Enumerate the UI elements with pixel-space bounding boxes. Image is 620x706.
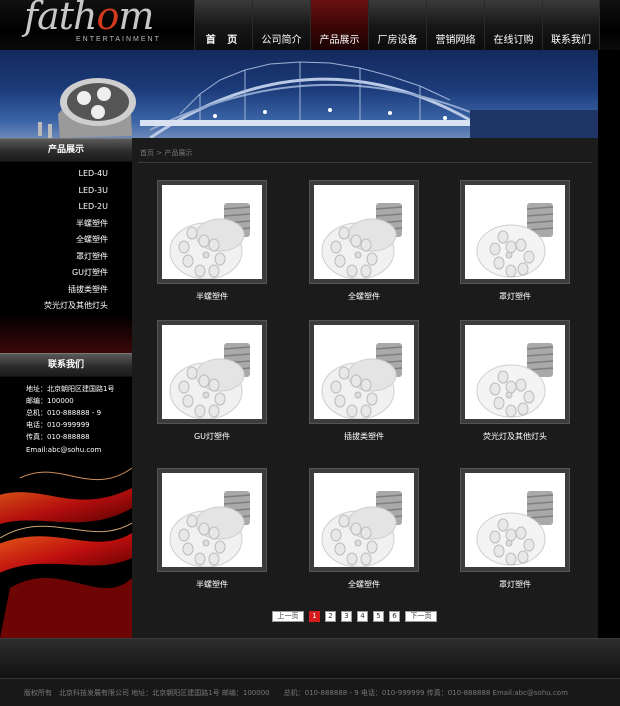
product-image[interactable] [314,185,414,279]
footer-copyright: 版权所有 北京科技发展有限公司 地址：北京朝阳区建国路1号 邮编：100000 … [24,689,568,697]
product-caption[interactable]: GU灯塑件 [157,431,267,442]
nav-item-6[interactable]: 联系我们 [542,0,600,50]
breadcrumb-home[interactable]: 首页 [140,149,154,157]
product-caption[interactable]: 荧光灯及其他灯头 [460,431,570,442]
contact-phone: 电话：010-999999 [26,421,90,430]
product-image-frame[interactable] [309,180,419,284]
product-image-frame[interactable] [157,180,267,284]
sidebar-item-1[interactable]: LED-3U [0,183,132,200]
product-caption[interactable]: 罩灯塑件 [460,291,570,302]
sidebar-divider [0,314,132,353]
sidebar-item-5[interactable]: 罩灯塑件 [0,249,132,266]
product-image-frame[interactable] [309,468,419,572]
product-card[interactable]: 全螺塑件 [309,468,419,590]
product-image[interactable] [162,473,262,567]
next-page-button[interactable]: 下一页 [405,611,437,622]
product-caption[interactable]: 插拔类塑件 [309,431,419,442]
product-image-frame[interactable] [309,320,419,424]
nav-item-4[interactable]: 营销网络 [426,0,484,50]
sidebar-item-8[interactable]: 荧光灯及其他灯头 [0,298,132,315]
product-caption[interactable]: 半螺塑件 [157,579,267,590]
sidebar-item-2[interactable]: LED-2U [0,199,132,216]
nav-item-5[interactable]: 在线订购 [484,0,542,50]
product-card[interactable]: 荧光灯及其他灯头 [460,320,570,442]
product-card[interactable]: 半螺塑件 [157,180,267,302]
page-button-5[interactable]: 5 [373,611,384,622]
sidebar-item-6[interactable]: GU灯塑件 [0,265,132,282]
banner [0,50,598,138]
page-button-3[interactable]: 3 [341,611,352,622]
sidebar: 产品展示 LED-4U LED-3U LED-2U 半螺塑件 全螺塑件 罩灯塑件 GU灯塑件… [0,138,132,638]
contact-heading: 联系我们 [0,352,132,377]
product-caption[interactable]: 罩灯塑件 [460,579,570,590]
contact-zip: 邮编：100000 [26,396,74,405]
page-button-4[interactable]: 4 [357,611,368,622]
nav-item-label: 在线订购 [493,35,534,46]
nav-item-label: 产品展示 [319,35,360,46]
product-image[interactable] [465,185,565,279]
product-card[interactable]: 全螺塑件 [309,180,419,302]
product-image-frame[interactable] [157,468,267,572]
product-image[interactable] [162,325,262,419]
header: fathom ENTERTAINMENT 首 页 公司简介 产品展示 厂房设备 营销网络… [0,0,620,50]
product-image[interactable] [314,325,414,419]
footer: 版权所有 北京科技发展有限公司 地址：北京朝阳区建国路1号 邮编：100000 … [0,678,620,706]
breadcrumb-current: 产品展示 [164,149,193,157]
product-category-list: LED-4U LED-3U LED-2U 半螺塑件 全螺塑件 罩灯塑件 GU灯塑件 插拔类塑件… [0,162,132,315]
product-image-frame[interactable] [460,180,570,284]
logo-tagline: ENTERTAINMENT [76,36,161,43]
nav-item-label: 营销网络 [435,35,476,46]
right-margin [598,50,620,638]
nav-item-1[interactable]: 公司简介 [252,0,310,50]
page-button-1[interactable]: 1 [309,611,320,622]
contact-address: 地址：北京朝阳区建国路1号 [26,384,115,393]
product-caption[interactable]: 半螺塑件 [157,291,267,302]
product-image[interactable] [314,473,414,567]
main-nav: 首 页 公司简介 产品展示 厂房设备 营销网络 在线订购 联系我们 [194,0,600,50]
page-button-2[interactable]: 2 [325,611,336,622]
breadcrumb-separator: > [156,149,163,157]
product-image[interactable] [465,473,565,567]
product-card[interactable]: 罩灯塑件 [460,180,570,302]
contact-hq: 总机：010-888888 - 9 [26,408,102,417]
product-card[interactable]: GU灯塑件 [157,320,267,442]
nav-item-2[interactable]: 产品展示 [310,0,368,50]
sidebar-item-7[interactable]: 插拔类塑件 [0,282,132,299]
nav-item-label: 首 页 [205,35,242,46]
product-card[interactable]: 半螺塑件 [157,468,267,590]
footer-band [0,638,620,678]
nav-item-label: 公司简介 [261,35,302,46]
prev-page-button[interactable]: 上一页 [272,611,304,622]
product-image-frame[interactable] [460,320,570,424]
pagination: 上一页 1 2 3 4 5 6 下一页 [272,611,437,622]
product-card[interactable]: 插拔类塑件 [309,320,419,442]
nav-item-0[interactable]: 首 页 [194,0,252,50]
logo[interactable]: fathom ENTERTAINMENT [18,0,194,50]
products-heading: 产品展示 [0,138,132,162]
main-content: 首页 > 产品展示 半螺塑件 全螺塑件 罩灯塑件 GU灯塑件 插拔类塑件 荧光灯… [132,138,598,638]
sidebar-item-3[interactable]: 半螺塑件 [0,216,132,233]
product-caption[interactable]: 全螺塑件 [309,579,419,590]
sidebar-item-4[interactable]: 全螺塑件 [0,232,132,249]
banner-graphic [38,61,598,138]
nav-item-label: 联系我们 [551,35,591,46]
product-card[interactable]: 罩灯塑件 [460,468,570,590]
product-image[interactable] [162,185,262,279]
product-image[interactable] [465,325,565,419]
product-caption[interactable]: 全螺塑件 [309,291,419,302]
nav-item-3[interactable]: 厂房设备 [368,0,426,50]
logo-wordmark: fathom [24,0,154,38]
page-button-6[interactable]: 6 [389,611,400,622]
nav-item-label: 厂房设备 [377,35,418,46]
product-image-frame[interactable] [460,468,570,572]
sidebar-item-0[interactable]: LED-4U [0,166,132,183]
flame-decoration [0,467,132,638]
product-image-frame[interactable] [157,320,267,424]
breadcrumb: 首页 > 产品展示 [140,148,192,158]
breadcrumb-divider [138,162,592,163]
